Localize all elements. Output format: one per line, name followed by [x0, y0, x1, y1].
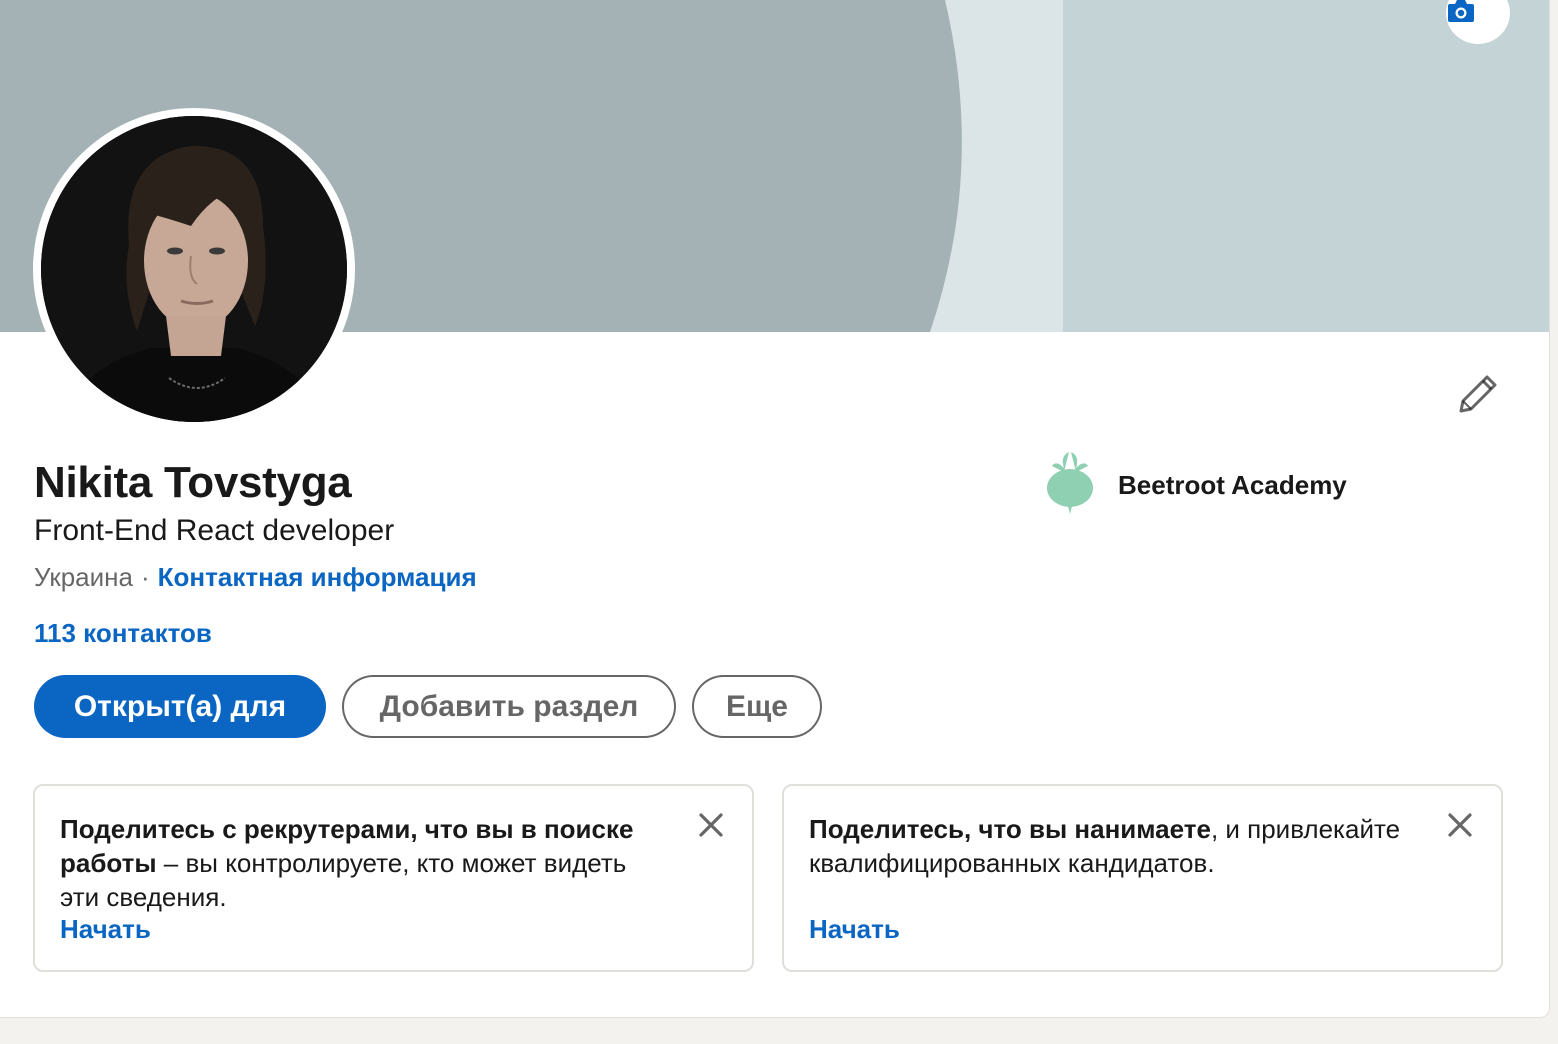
profile-card: Nikita Tovstyga Front-End React develope… — [0, 0, 1550, 1018]
connections-link[interactable]: 113 контактов — [34, 618, 212, 649]
profile-photo-frame[interactable] — [33, 108, 355, 430]
profile-location: Украина — [34, 562, 133, 592]
beetroot-logo-icon — [1040, 448, 1100, 523]
hiring-prompt: Поделитесь, что вы нанимаете, и привлека… — [782, 784, 1503, 972]
prompt-bold-text: Поделитесь, что вы нанимаете — [809, 814, 1211, 844]
organization-name: Beetroot Academy — [1118, 470, 1347, 500]
contact-info-link[interactable]: Контактная информация — [158, 562, 477, 592]
location-row: Украина · Контактная информация — [34, 562, 477, 593]
prompt-start-link[interactable]: Начать — [60, 914, 151, 945]
close-icon — [1447, 812, 1473, 843]
open-to-button[interactable]: Открыт(а) для — [34, 675, 326, 738]
prompt-text: Поделитесь, что вы нанимаете, и привлека… — [809, 812, 1409, 880]
close-icon — [698, 812, 724, 843]
profile-headline: Front-End React developer — [34, 514, 395, 547]
dismiss-prompt-button[interactable] — [694, 810, 728, 844]
pencil-icon — [1456, 372, 1500, 421]
prompt-text: Поделитесь с рекрутерами, что вы в поиск… — [60, 812, 660, 914]
dismiss-prompt-button[interactable] — [1443, 810, 1477, 844]
prompt-start-link[interactable]: Начать — [809, 914, 900, 945]
organization-link[interactable]: Beetroot Academy — [1040, 448, 1347, 523]
profile-photo[interactable] — [41, 116, 347, 422]
profile-name: Nikita Tovstyga — [34, 458, 352, 507]
location-separator: · — [141, 562, 150, 592]
add-section-button[interactable]: Добавить раздел — [342, 675, 676, 738]
edit-intro-button[interactable] — [1452, 370, 1504, 422]
more-button[interactable]: Еще — [692, 675, 822, 738]
profile-photo-image — [41, 116, 347, 422]
open-to-work-prompt: Поделитесь с рекрутерами, что вы в поиск… — [33, 784, 754, 972]
